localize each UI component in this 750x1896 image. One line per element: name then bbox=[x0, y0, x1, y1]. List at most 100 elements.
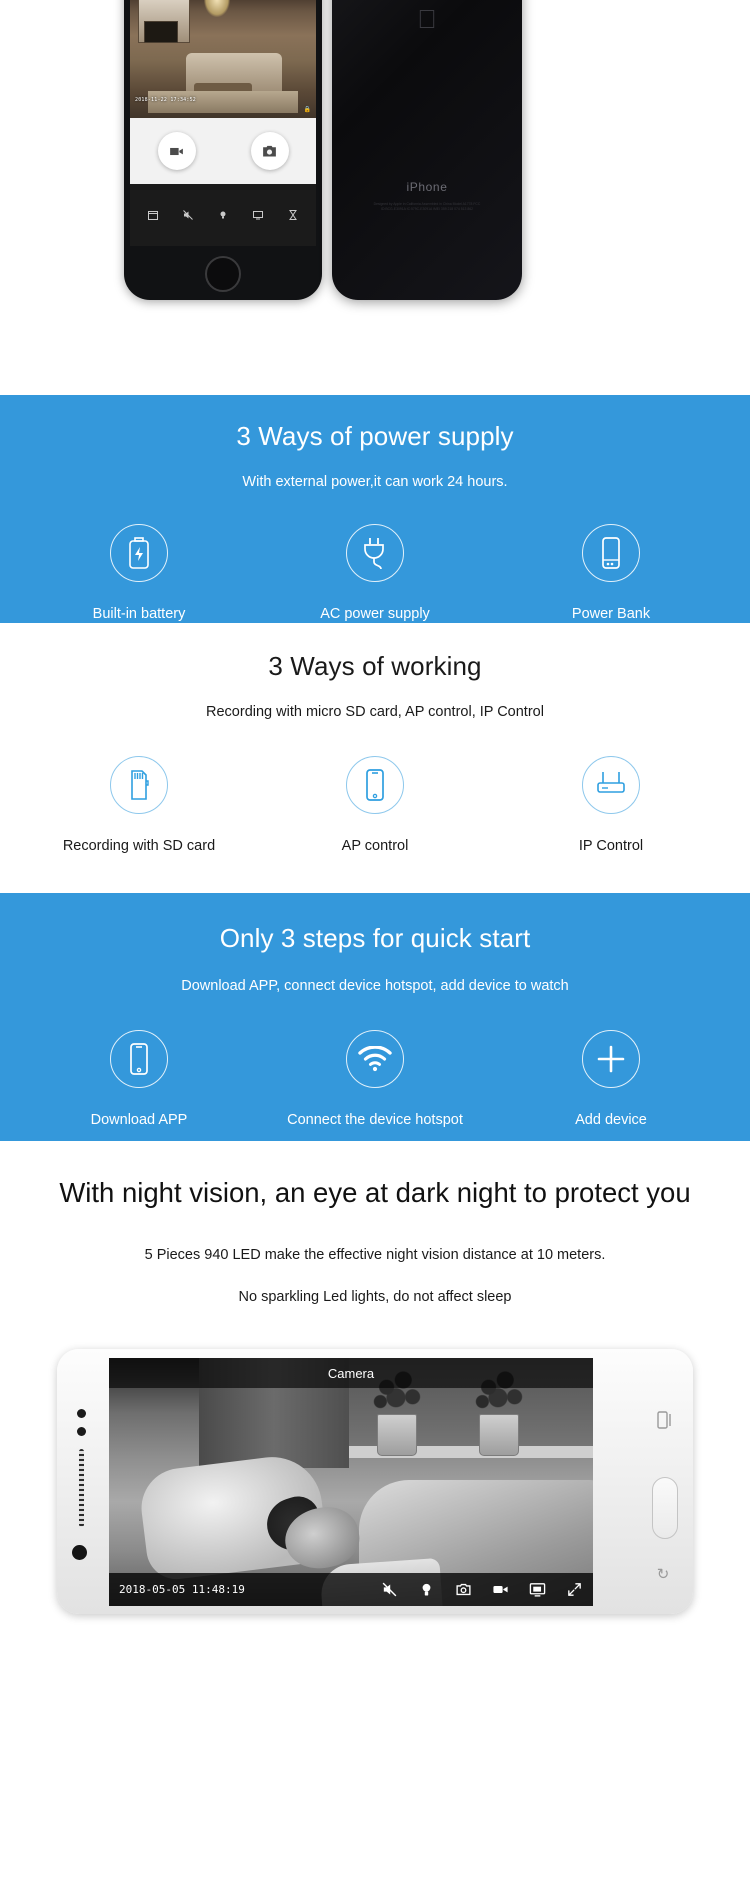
night-vision-line-2: No sparkling Led lights, do not affect s… bbox=[238, 1289, 512, 1305]
feature-item-add-device[interactable]: Add device bbox=[498, 1030, 724, 1128]
smartphone-icon bbox=[366, 769, 384, 801]
hourglass-icon[interactable] bbox=[287, 209, 299, 221]
lock-icon: 🔒 bbox=[303, 107, 311, 113]
back-button-icon[interactable]: ↻ bbox=[655, 1567, 671, 1583]
capture-controls bbox=[130, 118, 316, 184]
section-ways-of-working: 3 Ways of working Recording with micro S… bbox=[0, 623, 750, 893]
feature-item-ac-power[interactable]: AC power supply bbox=[262, 524, 488, 622]
feature-icon-row: Built-in battery AC power supply Power B… bbox=[0, 490, 750, 622]
video-timestamp: 2018-05-05 11:48:19 bbox=[119, 1583, 245, 1596]
video-record-button[interactable] bbox=[157, 132, 196, 170]
battery-icon bbox=[129, 537, 149, 569]
chandelier-decor bbox=[204, 0, 230, 17]
plus-icon-circle bbox=[582, 1030, 640, 1088]
home-button[interactable] bbox=[652, 1477, 678, 1539]
light-bulb-icon[interactable] bbox=[418, 1581, 435, 1598]
router-icon bbox=[597, 772, 625, 793]
plant-pot bbox=[377, 1414, 417, 1456]
video-toolbar: 2018-05-05 11:48:19 bbox=[109, 1573, 593, 1606]
feature-item-connect-hotspot[interactable]: Connect the device hotspot bbox=[262, 1030, 488, 1128]
proximity-sensor-icon bbox=[77, 1427, 86, 1436]
calendar-playback-icon[interactable] bbox=[147, 209, 159, 221]
camera-snapshot-icon bbox=[263, 145, 276, 156]
phone-regulatory-text: Designed by Apple in California Assemble… bbox=[373, 202, 481, 211]
phone-screen: 2018-11-22 17:34:52 🔒 bbox=[130, 0, 316, 246]
night-vision-live-feed: Camera 2018-05-05 11:48:19 bbox=[109, 1358, 593, 1606]
screen-monitor-icon[interactable] bbox=[252, 209, 264, 221]
feature-label: AP control bbox=[341, 838, 409, 854]
mute-speaker-icon[interactable] bbox=[182, 209, 194, 221]
phone-brand-label: iPhone bbox=[406, 180, 448, 194]
ac-plug-icon bbox=[364, 538, 384, 570]
live-view-video: 2018-11-22 17:34:52 🔒 bbox=[130, 0, 316, 118]
recent-apps-icon[interactable] bbox=[657, 1411, 673, 1429]
camera-snapshot-icon[interactable] bbox=[455, 1581, 472, 1598]
phone-back-mockup:  iPhone Designed by Apple in California… bbox=[332, 0, 522, 300]
wifi-icon-circle bbox=[346, 1030, 404, 1088]
feature-item-sd-recording[interactable]: Recording with SD card bbox=[26, 756, 252, 854]
section-quick-start: Only 3 steps for quick start Download AP… bbox=[0, 893, 750, 1141]
video-topbar: Camera bbox=[109, 1358, 593, 1388]
feature-label: IP Control bbox=[578, 838, 644, 854]
feature-label: Download APP bbox=[90, 1112, 188, 1128]
video-record-icon[interactable] bbox=[492, 1581, 509, 1598]
screen-monitor-icon[interactable] bbox=[529, 1581, 546, 1598]
section-title: 3 Ways of power supply bbox=[236, 421, 514, 451]
router-icon-circle bbox=[582, 756, 640, 814]
feature-label: Recording with SD card bbox=[62, 838, 216, 854]
fullscreen-expand-icon[interactable] bbox=[566, 1581, 583, 1598]
feature-label: Connect the device hotspot bbox=[287, 1112, 463, 1128]
home-button[interactable] bbox=[205, 256, 241, 292]
sd-card-icon bbox=[131, 770, 149, 800]
plus-icon bbox=[597, 1045, 625, 1073]
smartphone-icon-circle bbox=[110, 1030, 168, 1088]
camera-snapshot-button[interactable] bbox=[250, 132, 289, 170]
feature-label: Add device bbox=[575, 1112, 647, 1128]
power-bank-icon-circle bbox=[582, 524, 640, 582]
feature-label: AC power supply bbox=[320, 606, 430, 622]
light-bulb-icon[interactable] bbox=[217, 209, 229, 221]
feature-item-power-bank[interactable]: Power Bank bbox=[498, 524, 724, 622]
plant-pot bbox=[479, 1414, 519, 1456]
night-vision-line-1: 5 Pieces 940 LED make the effective nigh… bbox=[144, 1247, 606, 1263]
product-detail-page: 2018-11-22 17:34:52 🔒 iPhone Designed by… bbox=[0, 0, 750, 1896]
feature-label: Built-in battery bbox=[92, 606, 186, 622]
phone-landscape-mockup: Camera 2018-05-05 11:48:19 ↻ bbox=[57, 1349, 693, 1614]
power-bank-icon bbox=[602, 537, 620, 569]
apple-logo-icon:  bbox=[415, 5, 439, 33]
video-toolbar-icons bbox=[381, 1581, 583, 1598]
feature-label: Power Bank bbox=[571, 606, 651, 622]
video-record-icon bbox=[170, 147, 183, 155]
section-subtitle: Download APP, connect device hotspot, ad… bbox=[181, 978, 569, 994]
section-title: 3 Ways of working bbox=[268, 651, 482, 681]
section-power-supply: 3 Ways of power supply With external pow… bbox=[0, 395, 750, 623]
hero-phones-section: 2018-11-22 17:34:52 🔒 iPhone Designed by… bbox=[0, 0, 750, 395]
phone-screen: Camera 2018-05-05 11:48:19 bbox=[109, 1358, 593, 1606]
battery-icon-circle bbox=[110, 524, 168, 582]
sd-card-icon-circle bbox=[110, 756, 168, 814]
tv-decor bbox=[144, 21, 178, 43]
phone-front-mockup: 2018-11-22 17:34:52 🔒 bbox=[124, 0, 322, 300]
feature-item-download-app[interactable]: Download APP bbox=[26, 1030, 252, 1128]
mute-speaker-icon[interactable] bbox=[381, 1581, 398, 1598]
secondary-camera-icon bbox=[72, 1545, 87, 1560]
earpiece-grille bbox=[79, 1449, 84, 1527]
smartphone-icon bbox=[130, 1043, 148, 1075]
wifi-icon bbox=[358, 1046, 392, 1072]
app-tabbar bbox=[130, 184, 316, 246]
feature-item-ip-control[interactable]: IP Control bbox=[498, 756, 724, 854]
smartphone-icon-circle bbox=[346, 756, 404, 814]
feature-item-battery[interactable]: Built-in battery bbox=[26, 524, 252, 622]
feature-item-ap-control[interactable]: AP control bbox=[262, 756, 488, 854]
night-vision-title: With night vision, an eye at dark night … bbox=[59, 1177, 691, 1208]
video-timestamp: 2018-11-22 17:34:52 bbox=[135, 97, 196, 103]
section-title: Only 3 steps for quick start bbox=[219, 923, 531, 953]
ac-plug-icon-circle bbox=[346, 524, 404, 582]
feature-icon-row: Download APP Connect the device hotspot bbox=[0, 994, 750, 1128]
section-subtitle: With external power,it can work 24 hours… bbox=[242, 474, 508, 490]
camera-title-label: Camera bbox=[327, 1365, 375, 1381]
feature-icon-row: Recording with SD card AP control IP Con… bbox=[0, 720, 750, 854]
front-camera-icon bbox=[77, 1409, 86, 1418]
section-subtitle: Recording with micro SD card, AP control… bbox=[206, 704, 544, 720]
section-night-vision: With night vision, an eye at dark night … bbox=[0, 1141, 750, 1719]
